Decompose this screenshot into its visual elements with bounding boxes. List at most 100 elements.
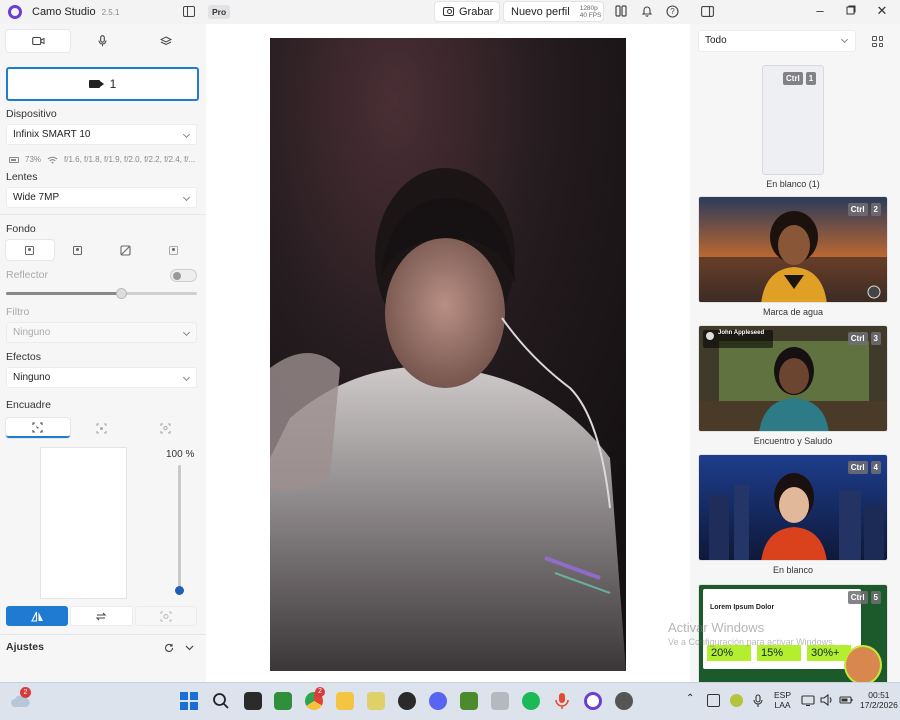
bg-none-option[interactable]	[6, 240, 54, 260]
spotify-icon[interactable]	[522, 692, 540, 710]
background-mode-row	[6, 240, 197, 260]
mic-tray-icon[interactable]	[752, 694, 770, 712]
shortcut-badge: Ctrl 5	[847, 591, 881, 604]
file-explorer-icon[interactable]	[336, 692, 354, 710]
remove-bg-icon	[120, 244, 131, 256]
scene-thumbnail[interactable]: Ctrl 1	[762, 65, 824, 175]
shortcut-badge: Ctrl 3	[847, 332, 881, 345]
profile-button[interactable]: Nuevo perfil 1280p 40 FPS	[503, 1, 604, 22]
grid-view-icon[interactable]	[872, 36, 883, 47]
bg-remove-option[interactable]	[102, 240, 150, 260]
device-select[interactable]: Infinix SMART 10	[6, 124, 197, 145]
shortcut-badge: Ctrl 2	[847, 203, 881, 216]
pro-badge[interactable]: Pro	[208, 5, 231, 19]
framing-preview[interactable]	[40, 447, 127, 599]
background-label: Fondo	[6, 223, 36, 235]
shortcut-badge: Ctrl 1	[783, 72, 817, 85]
microphone-icon	[98, 35, 106, 47]
minecraft-icon[interactable]	[460, 692, 478, 710]
panel-toggle-icon[interactable]	[700, 4, 714, 18]
windows-start-icon[interactable]	[180, 692, 198, 710]
chrome-icon[interactable]: 2	[305, 687, 325, 710]
nvidia-app-icon[interactable]	[274, 692, 292, 710]
minimize-icon[interactable]: –	[812, 3, 828, 19]
chevron-down-icon	[182, 130, 191, 139]
store-icon[interactable]	[367, 692, 385, 710]
app-icon[interactable]	[615, 692, 633, 710]
language-indicator[interactable]: ESP LAA	[774, 690, 791, 710]
reflector-slider-fill	[6, 292, 121, 295]
tab-audio[interactable]	[70, 30, 134, 52]
scene-card[interactable]: Ctrl 2 Marca de agua	[698, 196, 888, 317]
chevron-down-icon	[182, 373, 191, 382]
framing-track-option[interactable]	[133, 418, 197, 438]
slide-stats: 20% 15% 30%+	[707, 645, 851, 661]
activation-watermark-title: Activar Windows	[668, 620, 765, 635]
zoom-slider-thumb[interactable]	[175, 586, 184, 595]
bell-icon[interactable]	[640, 4, 654, 18]
mirror-button[interactable]	[6, 606, 69, 626]
settings-label: Ajustes	[6, 641, 44, 653]
task-view-icon[interactable]	[244, 692, 262, 710]
scene-card[interactable]: John Appleseed Ctrl 3 Encuentro y Saludo	[698, 325, 888, 446]
record-button[interactable]: Grabar	[434, 1, 500, 22]
scene-thumbnail[interactable]: Ctrl 4	[698, 454, 888, 561]
scene-card[interactable]: Ctrl 1 En blanco (1)	[698, 65, 888, 189]
framing-mode-row	[6, 418, 197, 438]
clock[interactable]: 00:51 17/2/2026	[860, 690, 898, 710]
volume-icon[interactable]	[820, 693, 838, 711]
chevron-down-icon	[182, 328, 191, 337]
clock-app-icon[interactable]	[398, 692, 416, 710]
search-icon[interactable]	[212, 692, 230, 710]
close-icon[interactable]: ✕	[874, 3, 890, 19]
preview-area	[206, 24, 690, 682]
tray-app-icon[interactable]	[730, 694, 743, 707]
network-icon[interactable]	[801, 693, 819, 711]
tray-expand-icon[interactable]: ⌃	[686, 694, 694, 704]
chevron-down-icon[interactable]	[185, 644, 194, 652]
scene-thumbnail[interactable]: John Appleseed Ctrl 3	[698, 325, 888, 432]
tray-app-icon[interactable]	[707, 694, 720, 707]
focus-icon	[160, 611, 172, 621]
framing-center-option[interactable]	[70, 418, 134, 438]
source-tabs	[6, 30, 198, 52]
bg-blur-option[interactable]	[54, 240, 102, 260]
reflector-slider[interactable]	[6, 288, 197, 299]
scene-label: En blanco (1)	[766, 179, 820, 189]
sidebar-toggle-icon[interactable]	[183, 6, 195, 17]
app-name: Camo Studio	[32, 6, 96, 18]
zoom-slider[interactable]	[178, 465, 181, 591]
crop-icon	[32, 421, 43, 433]
chevron-down-icon	[182, 193, 191, 202]
discord-icon[interactable]	[429, 692, 447, 710]
reflector-slider-thumb[interactable]	[115, 288, 127, 299]
overlay-name: John Appleseed	[718, 330, 765, 336]
reflector-toggle[interactable]	[170, 269, 197, 282]
bg-replace-option[interactable]	[149, 240, 197, 260]
reset-icon[interactable]	[164, 643, 174, 653]
scene-filter-select[interactable]: Todo	[698, 30, 856, 52]
lens-select[interactable]: Wide 7MP	[6, 187, 197, 208]
app-icon[interactable]	[491, 692, 509, 710]
tab-layers[interactable]	[134, 30, 198, 52]
filter-select: Ninguno	[6, 322, 197, 343]
rotate-button[interactable]	[70, 606, 133, 626]
help-icon[interactable]: ?	[665, 4, 679, 18]
maximize-icon[interactable]	[843, 3, 859, 19]
scene-thumbnail[interactable]: Ctrl 2	[698, 196, 888, 303]
split-view-icon[interactable]	[614, 4, 628, 18]
recorder-icon[interactable]	[553, 692, 571, 710]
activation-watermark-subtitle: Ve a Configuración para activar Windows.	[668, 637, 836, 647]
settings-section: Ajustes	[0, 634, 206, 660]
tab-camera[interactable]	[6, 30, 70, 52]
effects-select[interactable]: Ninguno	[6, 367, 197, 388]
camo-taskbar-icon[interactable]	[584, 692, 602, 710]
battery-tray-icon[interactable]	[839, 693, 857, 711]
rotate-icon	[96, 612, 107, 620]
scene-card[interactable]: Ctrl 4 En blanco	[698, 454, 888, 575]
framing-manual-option[interactable]	[6, 418, 70, 438]
camera-preview[interactable]	[270, 38, 626, 671]
camera-source-button[interactable]: 1	[6, 67, 199, 101]
presenter-avatar	[844, 645, 882, 682]
weather-widget[interactable]: 2	[10, 687, 31, 714]
